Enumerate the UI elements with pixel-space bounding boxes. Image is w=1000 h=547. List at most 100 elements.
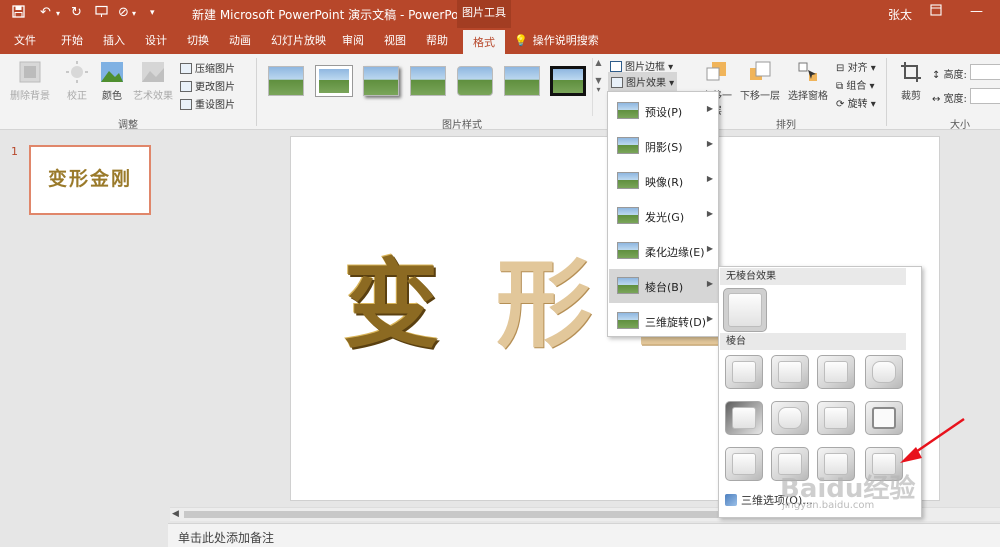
- menu-item-3d-rotation[interactable]: 三维旋转(D) ▶: [609, 304, 719, 338]
- corrections-button[interactable]: 校正: [62, 60, 92, 102]
- user-name[interactable]: 张太: [888, 6, 912, 23]
- rotate-icon: ⟳: [836, 99, 848, 110]
- scroll-left-icon[interactable]: ◀: [172, 509, 179, 519]
- send-backward-icon: [750, 61, 771, 80]
- picture-style-1[interactable]: [268, 66, 304, 96]
- picture-style-7[interactable]: [550, 66, 586, 96]
- menu-item-reflection[interactable]: 映像(R) ▶: [609, 164, 719, 198]
- ribbon-display-icon[interactable]: [930, 4, 942, 20]
- undo-icon[interactable]: ↶: [40, 5, 51, 20]
- save-icon[interactable]: [12, 5, 25, 22]
- menu-item-shadow[interactable]: 阴影(S) ▶: [609, 129, 719, 163]
- scrollbar-thumb[interactable]: [184, 511, 724, 518]
- remove-background-button[interactable]: 删除背景: [8, 60, 52, 102]
- bevel-header: 棱台: [720, 333, 906, 350]
- submenu-arrow-icon: ▶: [706, 209, 713, 218]
- rotate-button[interactable]: ⟳ 旋转 ▾: [836, 95, 876, 110]
- slide-wordart-char[interactable]: 形: [496, 257, 592, 353]
- tab-transitions[interactable]: 切换: [187, 28, 209, 54]
- crop-button[interactable]: 裁剪: [896, 60, 926, 102]
- compress-pictures-button[interactable]: 压缩图片: [180, 60, 235, 75]
- width-icon: ↔: [932, 94, 944, 105]
- bring-forward-icon: [706, 62, 726, 81]
- bevel-slope-option[interactable]: [865, 401, 903, 435]
- menu-item-soft-edges[interactable]: 柔化边缘(E) ▶: [609, 234, 719, 268]
- align-button[interactable]: ⊟ 对齐 ▾: [836, 59, 876, 74]
- compress-label: 压缩图片: [195, 64, 235, 75]
- bevel-divot-option[interactable]: [725, 447, 763, 481]
- change-picture-icon: [180, 81, 192, 92]
- touch-dropdown-icon[interactable]: ▾: [132, 9, 136, 18]
- submenu-arrow-icon: ▶: [706, 174, 713, 183]
- shadow-icon: [617, 137, 639, 154]
- picture-style-5[interactable]: [457, 66, 493, 96]
- reflection-icon: [617, 172, 639, 189]
- bevel-circle-option[interactable]: [725, 355, 763, 389]
- menu-item-preset[interactable]: 预设(P) ▶: [609, 94, 719, 128]
- sun-icon: [66, 61, 88, 83]
- submenu-arrow-icon: ▶: [706, 279, 713, 288]
- pen-icon: [610, 61, 622, 72]
- artistic-effects-label: 艺术效果: [133, 91, 173, 102]
- submenu-arrow-icon: ▶: [706, 244, 713, 253]
- color-button[interactable]: 颜色: [98, 60, 126, 102]
- selection-pane-button[interactable]: 选择窗格: [786, 60, 830, 102]
- send-backward-button[interactable]: 下移一层: [738, 60, 782, 102]
- slide-wordart-char[interactable]: 变: [343, 257, 439, 353]
- tell-me[interactable]: 💡 操作说明搜索: [514, 28, 599, 54]
- picture-effects-button[interactable]: 图片效果 ▾: [608, 72, 678, 91]
- picture-style-6[interactable]: [504, 66, 540, 96]
- tab-view[interactable]: 视图: [384, 28, 406, 54]
- color-label: 颜色: [102, 91, 122, 102]
- gallery-scroll[interactable]: ▲ ▼ ▾: [592, 58, 604, 116]
- width-input[interactable]: [970, 88, 1000, 104]
- customize-icon[interactable]: ▾: [150, 8, 155, 18]
- bevel-angle-option[interactable]: [725, 401, 763, 435]
- bevel-relaxed-inset-option[interactable]: [771, 355, 809, 389]
- artistic-effects-button[interactable]: 艺术效果: [132, 60, 174, 102]
- menu-item-glow[interactable]: 发光(G) ▶: [609, 199, 719, 233]
- reset-picture-button[interactable]: 重设图片: [180, 96, 235, 111]
- undo-dropdown-icon[interactable]: ▾: [56, 9, 60, 18]
- selection-pane-label: 选择窗格: [788, 91, 828, 102]
- height-input[interactable]: [970, 64, 1000, 80]
- picture-style-4[interactable]: [410, 66, 446, 96]
- arrange-group-label: 排列: [776, 120, 796, 131]
- change-picture-button[interactable]: 更改图片: [180, 78, 235, 93]
- minimize-icon[interactable]: —: [970, 4, 983, 19]
- tab-home[interactable]: 开始: [61, 28, 83, 54]
- height-label: ↕ 高度:: [932, 70, 967, 81]
- submenu-arrow-icon: ▶: [706, 104, 713, 113]
- notes-placeholder: 单击此处添加备注: [178, 531, 275, 545]
- present-icon[interactable]: [95, 5, 108, 22]
- bevel-soft-round-option[interactable]: [771, 401, 809, 435]
- picture-style-2[interactable]: [316, 66, 352, 96]
- touch-mode-icon[interactable]: ⊘: [118, 5, 129, 20]
- 3d-options-icon: [725, 494, 737, 506]
- tab-format[interactable]: 格式: [463, 28, 505, 54]
- picture-style-3[interactable]: [363, 66, 399, 96]
- redo-icon[interactable]: ↻: [71, 5, 82, 20]
- tab-insert[interactable]: 插入: [103, 28, 125, 54]
- notes-pane[interactable]: 单击此处添加备注: [168, 523, 1000, 547]
- picture-effects-icon: [611, 77, 623, 88]
- preset-icon: [617, 102, 639, 119]
- selection-pane-icon: [798, 62, 817, 81]
- bevel-cool-slant-option[interactable]: [865, 355, 903, 389]
- bevel-none-option[interactable]: [723, 288, 767, 332]
- tab-file[interactable]: 文件: [14, 28, 36, 54]
- menu-item-bevel[interactable]: 棱台(B) ▶: [609, 269, 719, 303]
- tab-review[interactable]: 审阅: [342, 28, 364, 54]
- picture-border-button[interactable]: 图片边框 ▾: [610, 58, 673, 73]
- tab-slideshow[interactable]: 幻灯片放映: [271, 28, 326, 54]
- tab-help[interactable]: 帮助: [426, 28, 448, 54]
- slide-thumbnail[interactable]: 变形金刚: [29, 145, 151, 215]
- group-button[interactable]: ⧉ 组合 ▾: [836, 77, 875, 92]
- color-icon: [101, 62, 123, 82]
- bevel-cross-option[interactable]: [817, 355, 855, 389]
- tab-animations[interactable]: 动画: [229, 28, 251, 54]
- bevel-convex-option[interactable]: [817, 401, 855, 435]
- corrections-label: 校正: [67, 91, 87, 102]
- lightbulb-icon: 💡: [514, 34, 528, 47]
- tab-design[interactable]: 设计: [145, 28, 167, 54]
